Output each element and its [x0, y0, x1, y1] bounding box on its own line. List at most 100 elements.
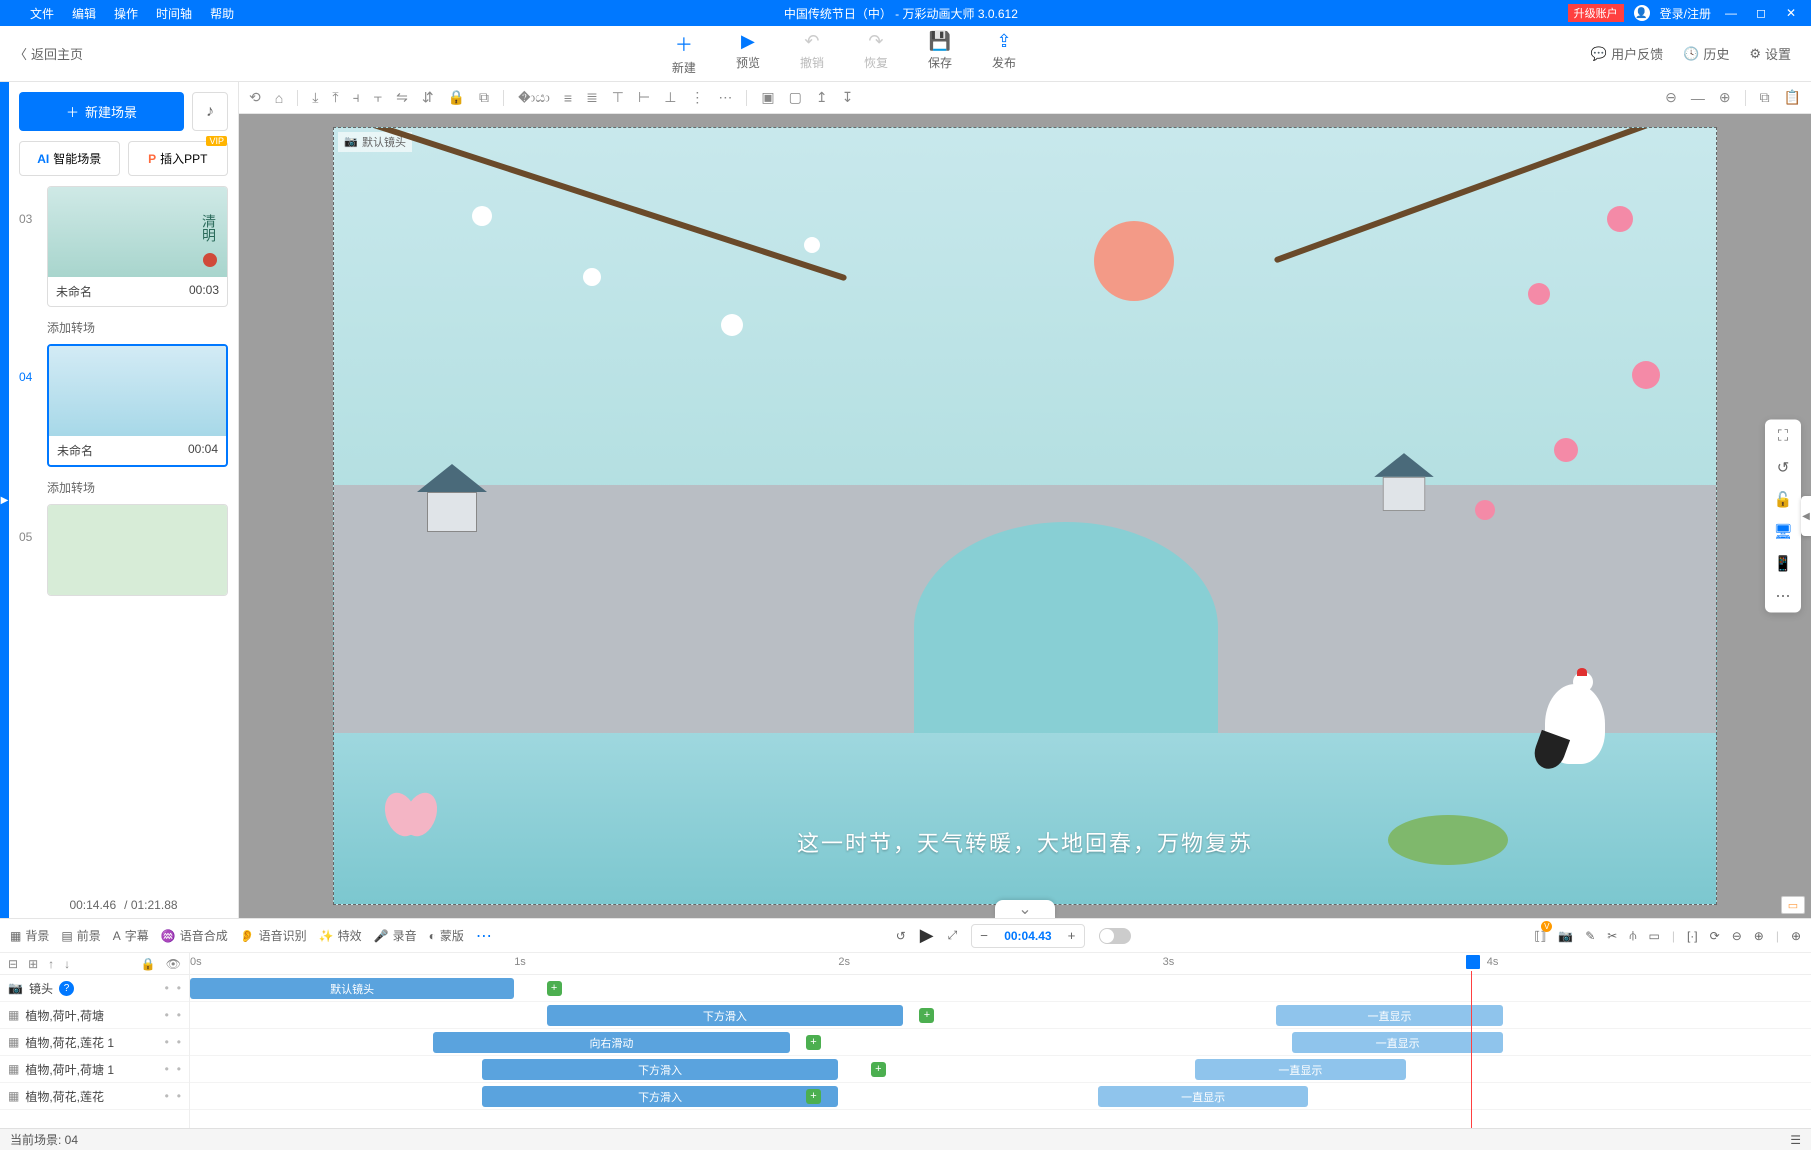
- align-v-mid-icon[interactable]: ⊢: [638, 89, 650, 106]
- ai-scene-button[interactable]: AI 智能场景: [19, 141, 120, 176]
- list-icon[interactable]: ☰: [1790, 1133, 1801, 1147]
- insert-ppt-button[interactable]: P 插入PPT VIP: [128, 141, 229, 176]
- align-v-top-icon[interactable]: ⊤: [612, 89, 624, 106]
- desktop-icon[interactable]: 🖥: [1769, 523, 1797, 541]
- track-label[interactable]: ▦植物,荷花,莲花 1••: [0, 1029, 189, 1056]
- rotate-icon[interactable]: ↺: [1769, 459, 1797, 477]
- bracket-icon[interactable]: [·]: [1687, 929, 1698, 943]
- rewind-icon[interactable]: ↺: [896, 929, 906, 943]
- menu-timeline[interactable]: 时间轴: [156, 5, 192, 22]
- record-button[interactable]: 🎤录音: [374, 927, 417, 944]
- scene-item[interactable]: 05: [19, 504, 228, 596]
- add-keyframe-icon[interactable]: +: [547, 981, 562, 996]
- tts-button[interactable]: ♒语音合成: [161, 927, 228, 944]
- time-ruler[interactable]: 0s1s2s3s4s: [190, 953, 1811, 975]
- distribute-v-icon[interactable]: ⫟: [374, 89, 382, 106]
- track-row[interactable]: 默认镜头 +: [190, 975, 1811, 1002]
- collapse-canvas-button[interactable]: ⌄: [995, 900, 1055, 918]
- canvas-stage[interactable]: 📷 默认镜头: [333, 127, 1716, 905]
- menu-file[interactable]: 文件: [30, 5, 54, 22]
- scene-thumbnail[interactable]: [49, 346, 226, 436]
- back-home-button[interactable]: 〈 返回主页: [0, 44, 97, 63]
- clip-stay[interactable]: 一直显示: [1195, 1059, 1406, 1080]
- paste-icon[interactable]: 📋: [1784, 89, 1801, 106]
- cut-icon[interactable]: ✂: [1607, 929, 1617, 943]
- mask-button[interactable]: ◐蒙版: [429, 927, 464, 944]
- align-v-bot-icon[interactable]: ⊥: [664, 89, 676, 106]
- history-button[interactable]: 🕓历史: [1683, 44, 1729, 63]
- add-transition-button[interactable]: 添加转场: [19, 315, 228, 344]
- track-label[interactable]: ▦植物,荷叶,荷塘••: [0, 1002, 189, 1029]
- more-icon[interactable]: ⋯: [1769, 587, 1797, 605]
- lock-track-icon[interactable]: 🔒: [141, 957, 156, 971]
- add-keyframe-icon[interactable]: +: [806, 1035, 821, 1050]
- loop-icon[interactable]: ⟳: [1710, 929, 1720, 943]
- add-keyframe-icon[interactable]: +: [919, 1008, 934, 1023]
- expand-right-handle[interactable]: ◀: [1801, 496, 1811, 536]
- fg-button[interactable]: ▤前景: [61, 927, 100, 944]
- snapshot-icon[interactable]: 📷: [1558, 929, 1573, 943]
- flip-v-icon[interactable]: ⇵: [422, 89, 434, 106]
- track-label[interactable]: 📷 镜头 ? ••: [0, 975, 189, 1002]
- scene-item[interactable]: 04 未命名 00:04: [19, 344, 228, 467]
- minimize-button[interactable]: —: [1721, 6, 1741, 20]
- expand-left-handle[interactable]: ▶: [0, 82, 9, 918]
- camera-clip[interactable]: 默认镜头: [190, 978, 514, 999]
- align-bottom-icon[interactable]: ⤓: [312, 89, 318, 106]
- align-left-icon[interactable]: �ායා: [518, 89, 550, 106]
- filter-icon[interactable]: ⫛: [1629, 928, 1636, 943]
- scene-thumbnail[interactable]: [48, 505, 227, 595]
- playhead[interactable]: [1471, 953, 1472, 1128]
- crop-icon[interactable]: ⧉: [479, 89, 489, 106]
- align-center-icon[interactable]: ≡: [564, 90, 572, 106]
- menu-help[interactable]: 帮助: [210, 5, 234, 22]
- align-top-icon[interactable]: ⤒: [332, 89, 338, 106]
- new-scene-button[interactable]: ＋ 新建场景: [19, 92, 184, 131]
- distribute-h-icon[interactable]: ⫞: [353, 89, 360, 106]
- clip-enter[interactable]: 下方滑入: [482, 1086, 839, 1107]
- preview-thumb-button[interactable]: ▭: [1781, 896, 1805, 914]
- add-track-icon[interactable]: ⊕: [1791, 929, 1801, 943]
- toolbar-preview-button[interactable]: ▶预览: [736, 31, 760, 76]
- copy-icon[interactable]: ⧉: [1760, 89, 1770, 106]
- scene-item[interactable]: 03 清明 未命名 00:03: [19, 186, 228, 307]
- clip-enter[interactable]: 下方滑入: [482, 1059, 839, 1080]
- add-keyframe-icon[interactable]: +: [806, 1089, 821, 1104]
- maximize-button[interactable]: ◻: [1751, 6, 1771, 20]
- track-row[interactable]: 下方滑入+ 一直显示: [190, 1083, 1811, 1110]
- mobile-icon[interactable]: 📱: [1769, 555, 1797, 573]
- clip-stay[interactable]: 一直显示: [1098, 1086, 1309, 1107]
- fx-button[interactable]: ✨特效: [319, 927, 362, 944]
- more-button[interactable]: ⋯: [476, 926, 492, 946]
- feedback-button[interactable]: 💬用户反馈: [1591, 44, 1663, 63]
- add-keyframe-icon[interactable]: +: [871, 1062, 886, 1077]
- music-button[interactable]: ♪: [192, 92, 228, 131]
- toolbar-publish-button[interactable]: ⇪发布: [992, 31, 1016, 76]
- login-button[interactable]: 登录/注册: [1660, 5, 1711, 22]
- zoom-out-tl-icon[interactable]: ⊖: [1732, 929, 1742, 943]
- edit-icon[interactable]: ✎: [1585, 929, 1595, 943]
- track-label[interactable]: ▦植物,荷花,莲花••: [0, 1083, 189, 1110]
- marker-icon[interactable]: ▭: [1648, 929, 1659, 943]
- expand-icon[interactable]: ⤢: [948, 928, 958, 943]
- dist2-icon[interactable]: ⋯: [718, 89, 732, 106]
- menu-edit[interactable]: 编辑: [72, 5, 96, 22]
- toolbar-new-button[interactable]: ＋新建: [672, 31, 696, 76]
- menu-action[interactable]: 操作: [114, 5, 138, 22]
- keyframe-icon[interactable]: ⟦⟧: [1534, 929, 1546, 943]
- bg-button[interactable]: ▦背景: [10, 927, 49, 944]
- toggle-switch[interactable]: [1099, 928, 1131, 944]
- settings-button[interactable]: ⚙设置: [1749, 44, 1791, 63]
- home-icon[interactable]: ⌂: [275, 90, 283, 106]
- time-plus-button[interactable]: +: [1060, 928, 1084, 943]
- clip-stay[interactable]: 一直显示: [1276, 1005, 1503, 1026]
- clip-enter[interactable]: 向右滑动: [433, 1032, 790, 1053]
- play-button[interactable]: ▶: [920, 925, 934, 946]
- zoom-in-tl-icon[interactable]: ⊕: [1754, 929, 1764, 943]
- lock-icon[interactable]: 🔒: [448, 89, 465, 106]
- layer-up-icon[interactable]: ↥: [816, 89, 828, 106]
- avatar-icon[interactable]: 👤: [1634, 5, 1650, 21]
- track-label[interactable]: ▦植物,荷叶,荷塘 1••: [0, 1056, 189, 1083]
- fullscreen-icon[interactable]: ⛶: [1769, 428, 1797, 445]
- track-area[interactable]: 0s1s2s3s4s 默认镜头 + 下方滑入+一直显示向右滑动+一直显示下方滑入…: [190, 953, 1811, 1128]
